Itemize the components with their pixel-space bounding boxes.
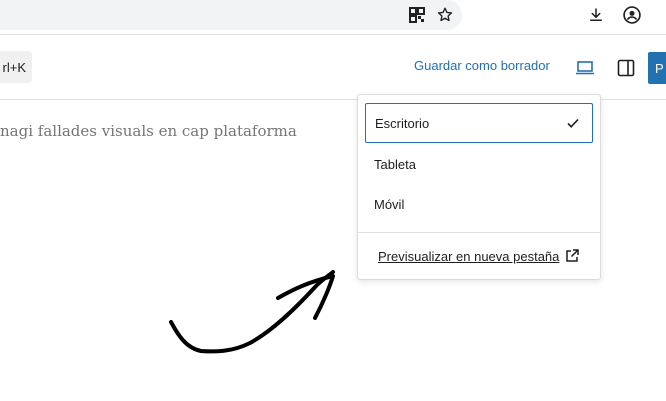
menu-item-desktop[interactable]: Escritorio bbox=[365, 103, 593, 143]
command-palette-shortcut[interactable]: rl+K bbox=[0, 51, 32, 83]
account-icon[interactable] bbox=[621, 4, 643, 26]
device-preview-button[interactable] bbox=[572, 55, 598, 81]
post-content-text[interactable]: nagi fallades visuals en cap plataforma bbox=[0, 122, 297, 140]
menu-divider bbox=[358, 232, 600, 233]
menu-item-label: Tableta bbox=[374, 156, 416, 172]
browser-toolbar bbox=[0, 0, 666, 35]
preview-dropdown-menu: Escritorio Tableta Móvil Previsualizar e… bbox=[357, 94, 601, 280]
external-link-icon bbox=[566, 249, 580, 262]
publish-button[interactable]: P bbox=[648, 52, 666, 84]
menu-item-label: Móvil bbox=[374, 196, 405, 212]
menu-item-label: Escritorio bbox=[375, 115, 430, 131]
download-icon[interactable] bbox=[585, 4, 607, 26]
qr-code-icon[interactable] bbox=[406, 4, 428, 26]
laptop-icon bbox=[576, 61, 594, 75]
publish-label: P bbox=[655, 60, 664, 76]
sidebar-panel-icon bbox=[617, 59, 635, 77]
save-draft-button[interactable]: Guardar como borrador bbox=[414, 58, 550, 73]
address-bar[interactable] bbox=[0, 0, 462, 30]
menu-item-mobile[interactable]: Móvil bbox=[365, 184, 593, 224]
editor-header: rl+K Guardar como borrador P bbox=[0, 35, 666, 100]
preview-new-tab-link[interactable]: Previsualizar en nueva pestaña bbox=[378, 248, 580, 264]
settings-sidebar-toggle[interactable] bbox=[613, 55, 639, 81]
preview-link-label: Previsualizar en nueva pestaña bbox=[378, 248, 560, 264]
bookmark-star-icon[interactable] bbox=[434, 4, 456, 26]
menu-item-tablet[interactable]: Tableta bbox=[365, 144, 593, 184]
shortcut-label: rl+K bbox=[2, 59, 26, 75]
checkmark-icon bbox=[567, 118, 579, 128]
